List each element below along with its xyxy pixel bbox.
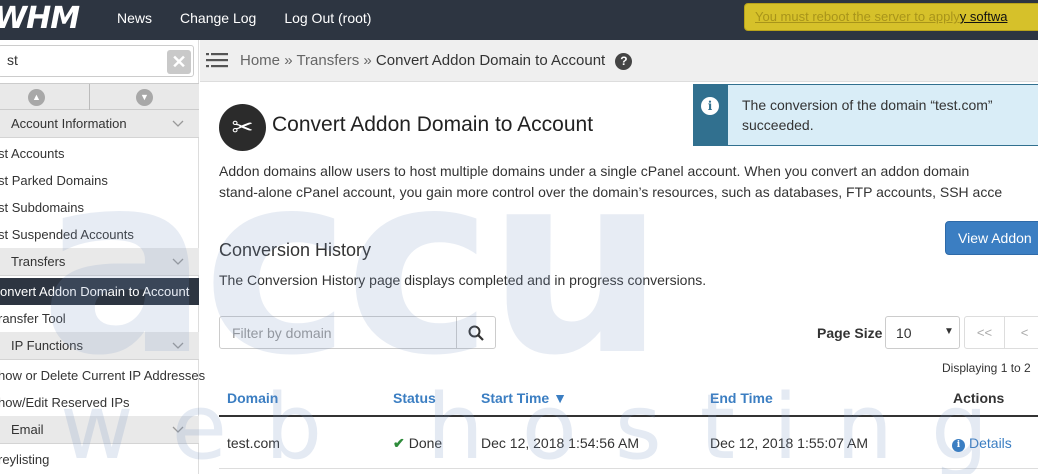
view-addon-button[interactable]: View Addon	[945, 221, 1038, 255]
chevron-down-icon	[172, 258, 184, 265]
row-start-time: Dec 12, 2018 1:54:56 AM	[481, 435, 639, 451]
breadcrumb-transfers[interactable]: Transfers	[296, 52, 359, 69]
row-domain: test.com	[227, 435, 280, 451]
alert-line-1: The conversion of the domain “test.com”	[742, 97, 993, 113]
status-text: Done	[408, 435, 443, 451]
breadcrumb: Home » Transfers » Convert Addon Domain …	[240, 52, 633, 70]
sidebar-category-email[interactable]: Email	[0, 416, 199, 444]
sidebar: st ✕ ▲ ▼ Account Information st Accounts…	[0, 40, 205, 474]
details-link[interactable]: i Details	[952, 435, 1012, 452]
column-domain[interactable]: Domain	[227, 390, 278, 406]
notice-link[interactable]: y softwa	[960, 9, 1008, 24]
whm-logo[interactable]: WHM	[0, 1, 80, 36]
breadcrumb-separator: »	[284, 52, 293, 69]
clear-search-icon[interactable]: ✕	[167, 50, 191, 74]
breadcrumb-separator: »	[363, 52, 372, 69]
intro-line-2: stand-alone cPanel account, you gain mor…	[219, 184, 1003, 200]
sidebar-item-convert-addon[interactable]: onvert Addon Domain to Account	[0, 278, 199, 305]
section-description: The Conversion History page displays com…	[219, 272, 707, 288]
category-label: Transfers	[11, 254, 66, 269]
scissors-icon: ✂	[219, 104, 266, 151]
sidebar-item-transfer-tool[interactable]: ransfer Tool	[0, 311, 66, 326]
page-size-label: Page Size	[817, 325, 883, 341]
category-label: Account Information	[11, 116, 127, 131]
displaying-count: Displaying 1 to 2	[942, 361, 1031, 375]
chevron-up-icon[interactable]: ▲	[28, 89, 45, 106]
nav-change-log[interactable]: Change Log	[180, 10, 256, 26]
top-bar: WHM News Change Log Log Out (root) You m…	[0, 0, 1038, 40]
divider	[89, 84, 90, 110]
sidebar-collapse-controls: ▲ ▼	[0, 83, 199, 110]
category-label: Email	[11, 422, 44, 437]
search-button[interactable]	[456, 316, 496, 349]
details-label: Details	[969, 435, 1012, 451]
search-icon	[468, 325, 484, 341]
chevron-down-icon	[172, 342, 184, 349]
update-notice[interactable]: You must reboot the server to applyy sof…	[744, 3, 1038, 31]
section-title: Conversion History	[219, 240, 372, 260]
sidebar-category-account-information[interactable]: Account Information	[0, 110, 199, 138]
info-icon: i	[952, 439, 965, 452]
help-icon[interactable]: ?	[615, 52, 633, 70]
chevron-down-icon	[172, 120, 184, 127]
success-alert: i The conversion of the domain “test.com…	[693, 84, 1038, 146]
sidebar-item-greylisting[interactable]: reylisting	[0, 452, 49, 467]
pagination: << <	[964, 316, 1038, 349]
intro-text: Addon domains allow users to host multip…	[219, 161, 1038, 203]
sidebar-item-list-accounts[interactable]: st Accounts	[0, 146, 64, 161]
row-status: ✔ Done	[393, 435, 442, 452]
sidebar-toggle-icon[interactable]	[206, 51, 230, 69]
sidebar-category-transfers[interactable]: Transfers	[0, 248, 199, 276]
column-actions: Actions	[953, 390, 1005, 406]
sidebar-item-list-parked-domains[interactable]: st Parked Domains	[0, 173, 108, 188]
filter-domain-input[interactable]: Filter by domain	[219, 316, 457, 349]
chevron-down-icon	[172, 426, 184, 433]
main-content: ✂ Convert Addon Domain to Account i The …	[200, 83, 1038, 474]
column-start-time[interactable]: Start Time ▼	[481, 390, 567, 406]
table-header: Domain Status Start Time ▼ End Time Acti…	[219, 383, 1038, 417]
top-nav: News Change Log Log Out (root)	[117, 10, 371, 26]
column-end-time[interactable]: End Time	[710, 390, 773, 406]
first-page-button[interactable]: <<	[965, 317, 1005, 348]
sidebar-category-ip-functions[interactable]: IP Functions	[0, 332, 199, 360]
nav-news[interactable]: News	[117, 10, 152, 26]
checkmark-icon: ✔	[393, 435, 405, 451]
category-label: IP Functions	[11, 338, 84, 353]
intro-line-1: Addon domains allow users to host multip…	[219, 163, 970, 179]
sidebar-item-list-subdomains[interactable]: st Subdomains	[0, 200, 84, 215]
prev-page-button[interactable]: <	[1005, 317, 1038, 348]
sidebar-item-show-delete-ip[interactable]: how or Delete Current IP Addresses	[0, 368, 205, 383]
sidebar-search-input[interactable]: st	[0, 45, 194, 77]
page-title: Convert Addon Domain to Account	[272, 113, 594, 136]
page-size-value: 10	[896, 325, 912, 341]
row-end-time: Dec 12, 2018 1:55:07 AM	[710, 435, 868, 451]
alert-line-2: succeeded.	[742, 117, 814, 133]
column-status[interactable]: Status	[393, 390, 436, 406]
sidebar-item-list-suspended[interactable]: st Suspended Accounts	[0, 227, 134, 242]
caret-down-icon: ▼	[944, 326, 954, 337]
chevron-down-icon[interactable]: ▼	[136, 89, 153, 106]
breadcrumb-bar: Home » Transfers » Convert Addon Domain …	[200, 40, 1038, 82]
breadcrumb-home[interactable]: Home	[240, 52, 280, 69]
page-size-select[interactable]: 10 ▼	[885, 316, 960, 349]
sidebar-item-show-edit-reserved-ips[interactable]: how/Edit Reserved IPs	[0, 395, 130, 410]
breadcrumb-current: Convert Addon Domain to Account	[375, 52, 606, 69]
nav-logout[interactable]: Log Out (root)	[284, 10, 371, 26]
info-icon: i	[701, 97, 719, 115]
table-row: test.com ✔ Done Dec 12, 2018 1:54:56 AM D…	[219, 419, 1038, 469]
notice-blurred-text: You must reboot the server to apply	[755, 9, 960, 24]
